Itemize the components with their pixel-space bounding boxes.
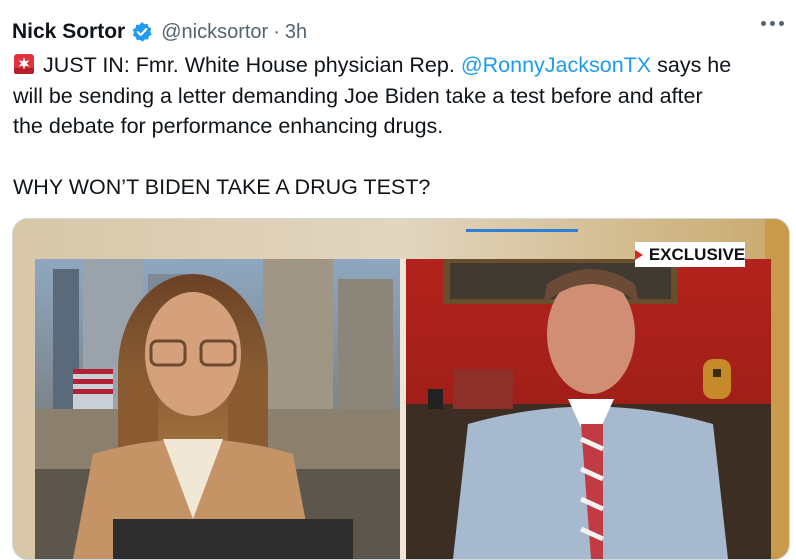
tweet-text: JUST IN: Fmr. White House physician Rep.… [13,50,788,203]
tweet-header: Nick Sortor @nicksortor · 3h [12,16,307,48]
tweet-body-prefix: JUST IN: Fmr. White House physician Rep. [43,53,455,77]
tweet-line-2: will be sending a letter demanding Joe B… [13,83,703,108]
video-player[interactable]: EXCLUSIVE [12,218,790,560]
tweet-timestamp[interactable]: 3h [285,21,307,44]
play-triangle-icon [634,249,643,260]
exclusive-tag: EXCLUSIVE [634,242,746,267]
tweet-line-3: the debate for performance enhancing dru… [13,114,444,138]
author-handle[interactable]: @nicksortor [161,21,268,44]
tweet-line-4: WHY WON’T BIDEN TAKE A DRUG TEST? [13,175,431,199]
mention-link[interactable]: @RonnyJacksonTX [461,53,651,77]
video-frame [13,219,789,559]
exclusive-label: EXCLUSIVE [648,244,746,264]
verified-badge-icon [132,22,152,42]
meta-separator: · [273,20,280,43]
more-options-button[interactable] [761,21,784,26]
tweet-line-1: JUST IN: Fmr. White House physician Rep.… [13,50,788,81]
author-name[interactable]: Nick Sortor [12,20,125,44]
more-dots-icon [761,21,766,26]
rotating-light-emoji [14,54,34,74]
tweet-body-suffix: says he [657,53,732,77]
